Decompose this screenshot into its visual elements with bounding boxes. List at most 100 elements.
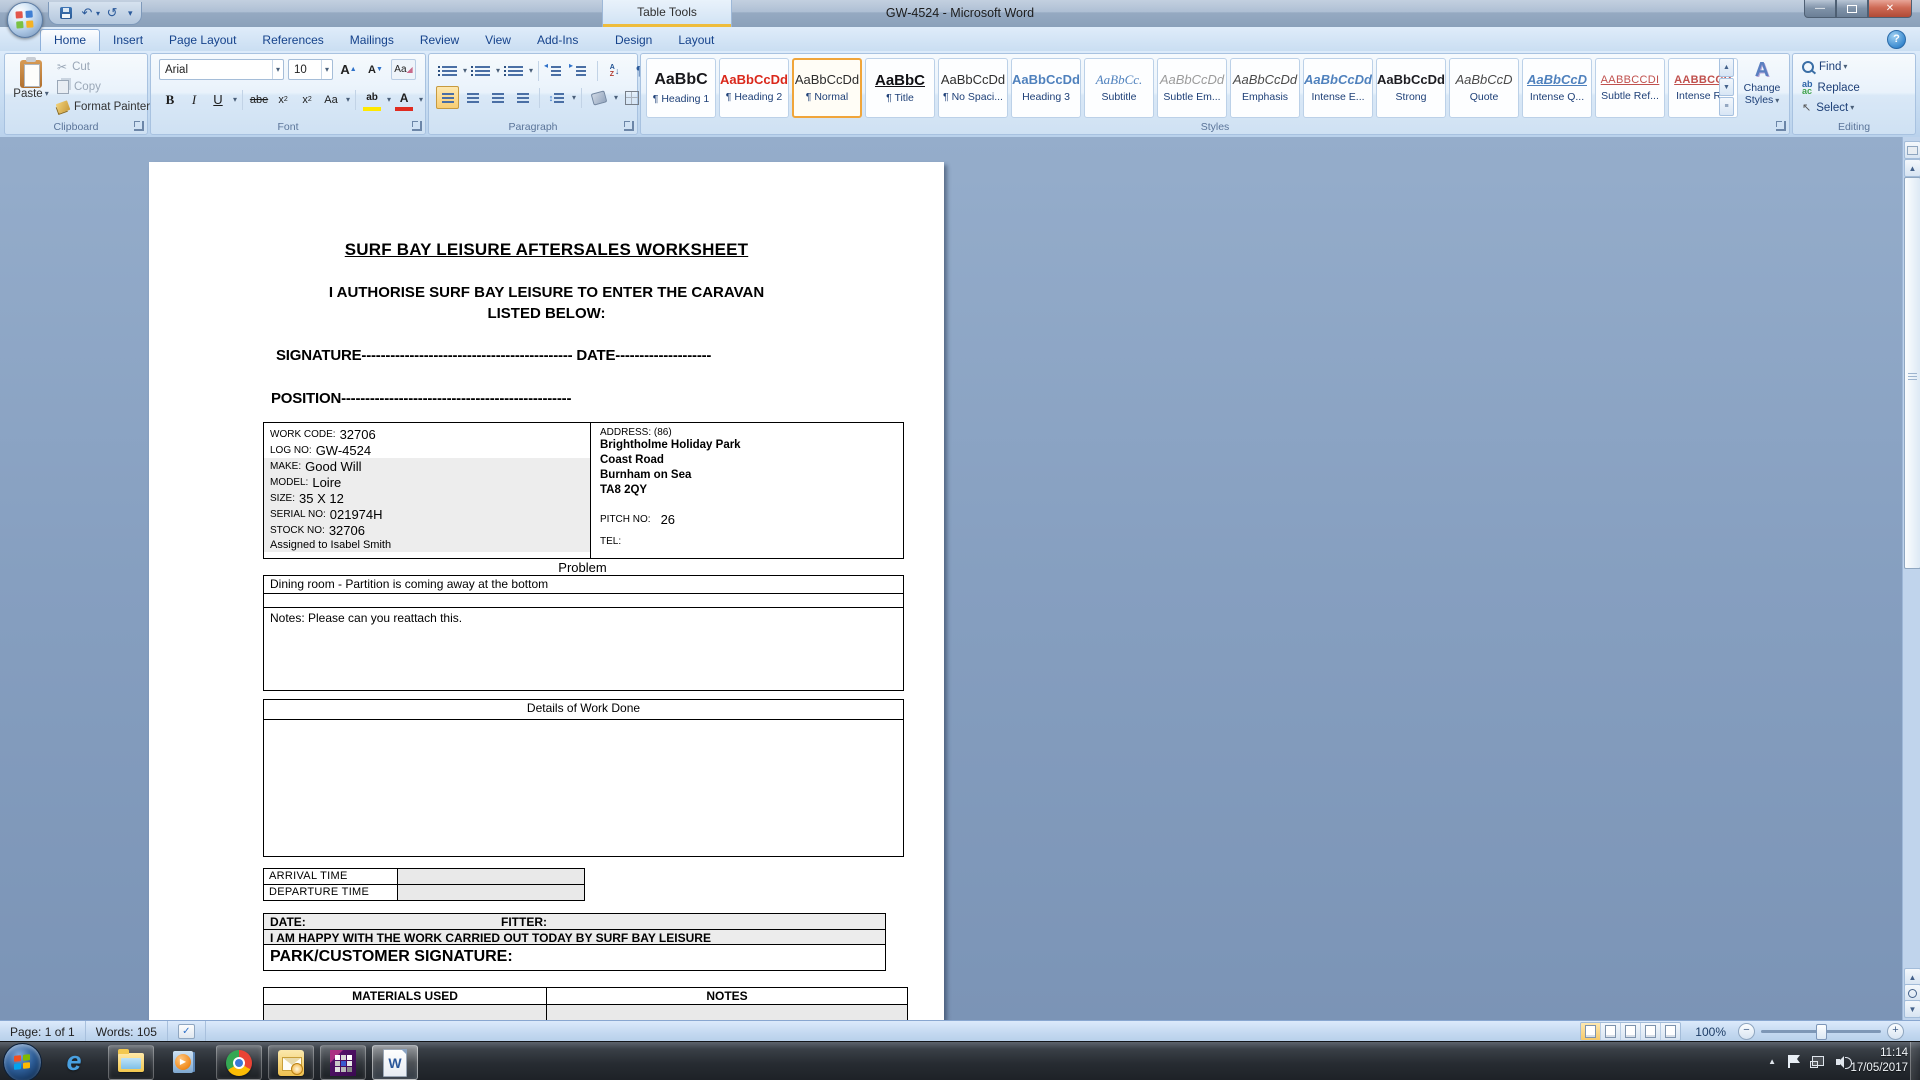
vertical-scrollbar[interactable]: ▲ ▲ ▼ — [1902, 137, 1920, 1020]
zoom-out-button[interactable]: − — [1738, 1023, 1755, 1040]
zoom-thumb[interactable] — [1816, 1024, 1827, 1040]
assigned-row[interactable]: Assigned to Isabel Smith — [270, 538, 590, 552]
justify-button[interactable] — [511, 86, 534, 109]
maximize-button[interactable] — [1836, 0, 1868, 18]
action-center-flag-icon[interactable] — [1788, 1055, 1798, 1068]
full-screen-reading-view-button[interactable] — [1601, 1023, 1621, 1040]
multilevel-dropdown[interactable] — [527, 62, 533, 80]
save-button[interactable] — [57, 4, 75, 22]
styles-scroll-up[interactable]: ▲ — [1719, 58, 1734, 77]
doc-position-line[interactable]: POSITION--------------------------------… — [271, 390, 571, 407]
make-row[interactable]: MAKE:Good Will — [270, 458, 590, 474]
taskbar-internet-explorer[interactable]: e — [52, 1045, 96, 1078]
highlight-dropdown[interactable] — [385, 91, 391, 109]
tab-mailings[interactable]: Mailings — [337, 30, 407, 51]
change-case-button[interactable]: Aa — [320, 88, 342, 111]
next-page-button[interactable]: ▼ — [1904, 1000, 1920, 1018]
materials-table[interactable]: MATERIALS USED NOTES — [263, 987, 908, 1020]
page-indicator[interactable]: Page: 1 of 1 — [0, 1021, 86, 1042]
shading-button[interactable] — [587, 86, 610, 109]
bullets-button[interactable] — [436, 59, 459, 82]
caravan-info-table[interactable]: WORK CODE:32706 LOG NO:GW-4524 MAKE:Good… — [263, 422, 904, 559]
paragraph-dialog-launcher[interactable] — [624, 121, 634, 131]
chevron-down-icon[interactable]: ▾ — [321, 60, 332, 79]
line-spacing-dropdown[interactable] — [570, 89, 576, 107]
work-code-row[interactable]: WORK CODE:32706 — [270, 426, 590, 442]
tab-home[interactable]: Home — [40, 29, 100, 51]
underline-dropdown[interactable] — [231, 91, 237, 109]
problem-header[interactable]: Problem — [263, 560, 902, 575]
cut-button[interactable]: ✂Cut — [57, 58, 150, 75]
shading-dropdown[interactable] — [612, 89, 618, 107]
serial-no-row[interactable]: SERIAL NO:021974H — [270, 506, 590, 522]
departure-row[interactable]: DEPARTURE TIME — [264, 885, 584, 900]
address-line[interactable]: TA8 2QY — [600, 483, 903, 498]
tab-review[interactable]: Review — [407, 30, 472, 51]
minimize-button[interactable]: — — [1804, 0, 1836, 18]
ruler-toggle-button[interactable] — [1904, 141, 1920, 159]
multilevel-list-button[interactable] — [502, 59, 525, 82]
subscript-button[interactable]: x2 — [272, 88, 294, 111]
style-chip-subtle-emphasis[interactable]: AaBbCcDdSubtle Em... — [1157, 58, 1227, 118]
sort-button[interactable]: AZ↓ — [603, 59, 626, 82]
italic-button[interactable]: I — [183, 88, 205, 111]
select-button[interactable]: ↖Select — [1802, 101, 1854, 114]
taskbar-chrome[interactable] — [216, 1045, 262, 1080]
office-button[interactable] — [7, 2, 43, 38]
style-chip-emphasis[interactable]: AaBbCcDdEmphasis — [1230, 58, 1300, 118]
log-no-row[interactable]: LOG NO:GW-4524 — [270, 442, 590, 458]
change-styles-button[interactable]: A Change Styles — [1738, 57, 1786, 119]
styles-dialog-launcher[interactable] — [1776, 121, 1786, 131]
details-body-cell[interactable] — [264, 720, 903, 856]
taskbar-word[interactable]: W — [372, 1045, 418, 1080]
document-page[interactable]: SURF BAY LEISURE AFTERSALES WORKSHEET I … — [149, 162, 944, 1020]
tab-references[interactable]: References — [249, 30, 336, 51]
show-desktop-button[interactable] — [1910, 1042, 1920, 1080]
taskbar-clock[interactable]: 11:14 17/05/2017 — [1850, 1046, 1908, 1076]
redo-button[interactable]: ↺ — [103, 4, 121, 22]
taskbar-grid-app[interactable] — [320, 1045, 366, 1080]
problem-text-row[interactable]: Dining room - Partition is coming away a… — [264, 576, 903, 594]
volume-icon[interactable] — [1836, 1056, 1850, 1068]
style-chip-title[interactable]: AaBbC¶ Title — [865, 58, 935, 118]
doc-signature-line[interactable]: SIGNATURE-------------------------------… — [276, 347, 711, 364]
bullets-dropdown[interactable] — [461, 62, 467, 80]
draft-view-button[interactable] — [1661, 1023, 1680, 1040]
numbering-dropdown[interactable] — [494, 62, 500, 80]
format-painter-button[interactable]: Format Painter — [57, 98, 150, 115]
customer-signature-row[interactable]: PARK/CUSTOMER SIGNATURE: — [264, 945, 885, 970]
address-cell[interactable]: ADDRESS: (86) Brightholme Holiday Park C… — [591, 423, 903, 558]
happy-row[interactable]: I AM HAPPY WITH THE WORK CARRIED OUT TOD… — [264, 930, 885, 945]
details-of-work-table[interactable]: Details of Work Done — [263, 699, 904, 857]
caravan-details-cell[interactable]: WORK CODE:32706 LOG NO:GW-4524 MAKE:Good… — [264, 423, 591, 558]
materials-used-header[interactable]: MATERIALS USED — [264, 988, 547, 1004]
tab-view[interactable]: View — [472, 30, 524, 51]
line-spacing-button[interactable]: ↕ — [545, 86, 568, 109]
arrival-value-cell[interactable] — [398, 869, 584, 884]
paste-button[interactable]: Paste — [11, 58, 51, 120]
styles-scroll-down[interactable]: ▼ — [1719, 78, 1734, 97]
style-chip-strong[interactable]: AaBbCcDdStrong — [1376, 58, 1446, 118]
address-label[interactable]: ADDRESS: (86) — [600, 427, 903, 438]
align-center-button[interactable] — [461, 86, 484, 109]
tab-insert[interactable]: Insert — [100, 30, 156, 51]
align-right-button[interactable] — [486, 86, 509, 109]
close-button[interactable]: ✕ — [1868, 0, 1912, 18]
style-chip-heading-2[interactable]: AaBbCcDd¶ Heading 2 — [719, 58, 789, 118]
word-count[interactable]: Words: 105 — [86, 1021, 168, 1042]
copy-button[interactable]: Copy — [57, 78, 150, 95]
style-chip-normal[interactable]: AaBbCcDd¶ Normal — [792, 58, 862, 118]
arrival-row[interactable]: ARRIVAL TIME — [264, 869, 584, 885]
taskbar-outlook[interactable] — [268, 1045, 314, 1080]
tab-table-design[interactable]: Design — [602, 30, 665, 51]
customize-qat-button[interactable]: ▾ — [128, 8, 133, 19]
grow-font-button[interactable]: A▲ — [337, 60, 360, 79]
problem-empty-row[interactable] — [264, 594, 903, 608]
font-color-dropdown[interactable] — [417, 91, 423, 109]
style-chip-no-spacing[interactable]: AaBbCcDd¶ No Spaci... — [938, 58, 1008, 118]
date-fitter-row[interactable]: DATE:FITTER: — [264, 914, 885, 930]
pitch-no-row[interactable]: PITCH NO:26 — [600, 512, 903, 527]
sign-off-table[interactable]: DATE:FITTER: I AM HAPPY WITH THE WORK CA… — [263, 913, 886, 971]
departure-value-cell[interactable] — [398, 885, 584, 900]
tab-table-layout[interactable]: Layout — [665, 30, 727, 51]
